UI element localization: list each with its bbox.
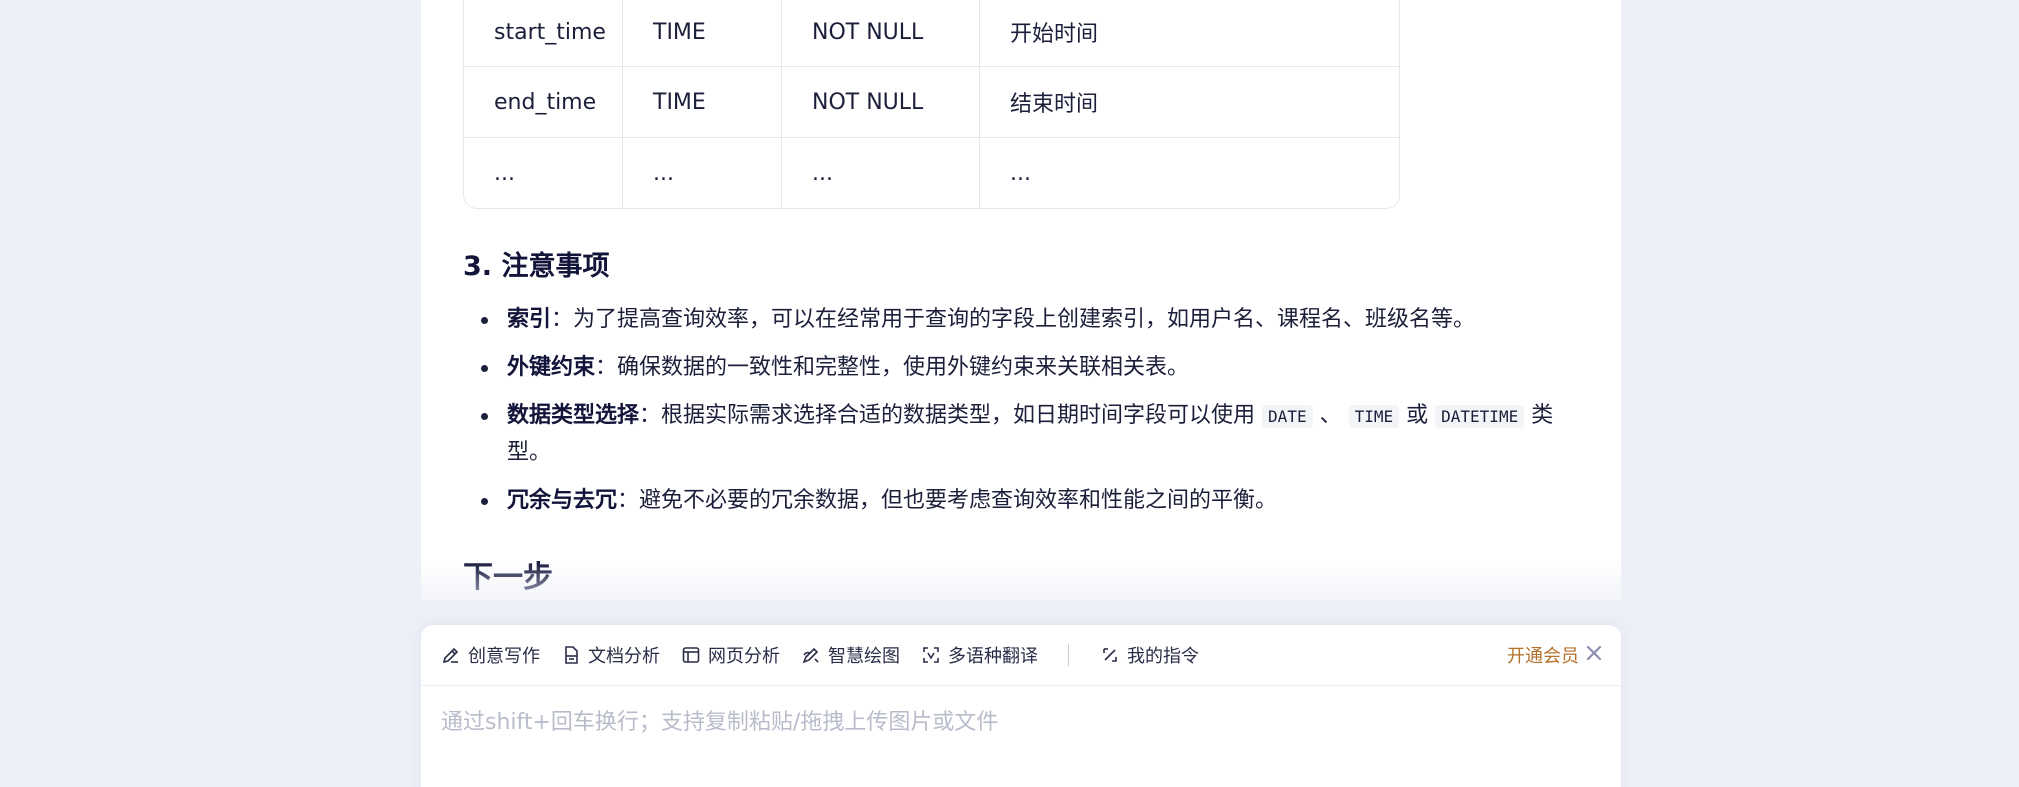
close-icon[interactable] bbox=[1583, 642, 1605, 664]
inline-code: DATETIME bbox=[1435, 405, 1525, 428]
table-cell: 开始时间 bbox=[979, 0, 1399, 66]
table-cell: NOT NULL bbox=[781, 67, 979, 137]
list-item: 外键约束：确保数据的一致性和完整性，使用外键约束来关联相关表。 bbox=[463, 350, 1573, 386]
table-cell: 结束时间 bbox=[979, 67, 1399, 137]
note-separator: ： bbox=[617, 488, 640, 513]
tool-webpage-analysis[interactable]: 网页分析 bbox=[680, 642, 780, 668]
note-text: 避免不必要的冗余数据，但也要考虑查询效率和性能之间的平衡。 bbox=[639, 488, 1278, 513]
tool-label: 多语种翻译 bbox=[948, 646, 1038, 667]
table-cell: ... bbox=[979, 138, 1399, 208]
tool-document-analysis[interactable]: 文档分析 bbox=[560, 642, 660, 668]
message-composer: 创意写作 文档分析 网页分析 智慧绘图 多语种翻译 我的指令 开通会员 通过sh… bbox=[421, 625, 1621, 787]
prompt-input[interactable] bbox=[439, 701, 1603, 743]
note-term: 索引 bbox=[507, 307, 552, 332]
upgrade-membership-link[interactable]: 开通会员 bbox=[1507, 642, 1579, 668]
inline-code: DATE bbox=[1262, 405, 1313, 428]
tool-label: 我的指令 bbox=[1127, 646, 1199, 667]
composer-toolbar: 创意写作 文档分析 网页分析 智慧绘图 多语种翻译 我的指令 开通会员 bbox=[421, 625, 1621, 686]
note-text: 为了提高查询效率，可以在经常用于查询的字段上创建索引，如用户名、课程名、班级名等… bbox=[573, 307, 1476, 332]
note-separator: ： bbox=[551, 307, 574, 332]
command-icon bbox=[1099, 644, 1121, 666]
table-cell: ... bbox=[781, 138, 979, 208]
inline-code: TIME bbox=[1348, 405, 1400, 428]
tool-smart-drawing[interactable]: 智慧绘图 bbox=[800, 642, 900, 668]
note-text: 或 bbox=[1406, 403, 1429, 428]
table-cell: ... bbox=[622, 138, 781, 208]
tool-label: 智慧绘图 bbox=[828, 646, 900, 667]
note-text: 确保数据的一致性和完整性，使用外键约束来关联相关表。 bbox=[617, 355, 1190, 380]
list-item: 数据类型选择：根据实际需求选择合适的数据类型，如日期时间字段可以使用 DATE … bbox=[463, 398, 1573, 471]
scroll-fade bbox=[421, 560, 1621, 620]
note-separator: ： bbox=[639, 403, 662, 428]
document-icon bbox=[560, 644, 582, 666]
tool-my-commands[interactable]: 我的指令 bbox=[1099, 642, 1199, 668]
table-row: end_time TIME NOT NULL 结束时间 bbox=[464, 66, 1399, 137]
note-term: 数据类型选择 bbox=[507, 403, 640, 428]
tool-label: 网页分析 bbox=[708, 646, 780, 667]
table-cell: TIME bbox=[622, 0, 781, 66]
table-cell: start_time bbox=[494, 19, 606, 45]
note-text: 、 bbox=[1319, 403, 1342, 428]
note-separator: ： bbox=[595, 355, 618, 380]
notes-list: 索引：为了提高查询效率，可以在经常用于查询的字段上创建索引，如用户名、课程名、班… bbox=[463, 302, 1573, 531]
schema-table: start_time TIME NOT NULL 开始时间 end_time T… bbox=[463, 0, 1400, 209]
table-cell: ... bbox=[494, 160, 515, 186]
table-row: start_time TIME NOT NULL 开始时间 bbox=[464, 0, 1399, 66]
tool-label: 创意写作 bbox=[468, 646, 540, 667]
tool-label: 文档分析 bbox=[588, 646, 660, 667]
list-item: 索引：为了提高查询效率，可以在经常用于查询的字段上创建索引，如用户名、课程名、班… bbox=[463, 302, 1573, 338]
translate-icon bbox=[920, 644, 942, 666]
tool-translation[interactable]: 多语种翻译 bbox=[920, 642, 1038, 668]
note-term: 冗余与去冗 bbox=[507, 488, 618, 513]
brush-icon bbox=[800, 644, 822, 666]
table-row: ... ... ... ... bbox=[464, 137, 1399, 208]
section-title: 3. 注意事项 bbox=[463, 251, 610, 282]
tool-creative-writing[interactable]: 创意写作 bbox=[440, 642, 540, 668]
pen-icon bbox=[440, 644, 462, 666]
toolbar-divider bbox=[1068, 644, 1069, 666]
list-item: 冗余与去冗：避免不必要的冗余数据，但也要考虑查询效率和性能之间的平衡。 bbox=[463, 483, 1573, 519]
note-text: 根据实际需求选择合适的数据类型，如日期时间字段可以使用 bbox=[661, 403, 1256, 428]
page: start_time TIME NOT NULL 开始时间 end_time T… bbox=[0, 0, 2019, 787]
table-cell: TIME bbox=[622, 67, 781, 137]
table-cell: end_time bbox=[494, 89, 597, 115]
table-cell: NOT NULL bbox=[781, 0, 979, 66]
note-term: 外键约束 bbox=[507, 355, 596, 380]
webpage-icon bbox=[680, 644, 702, 666]
